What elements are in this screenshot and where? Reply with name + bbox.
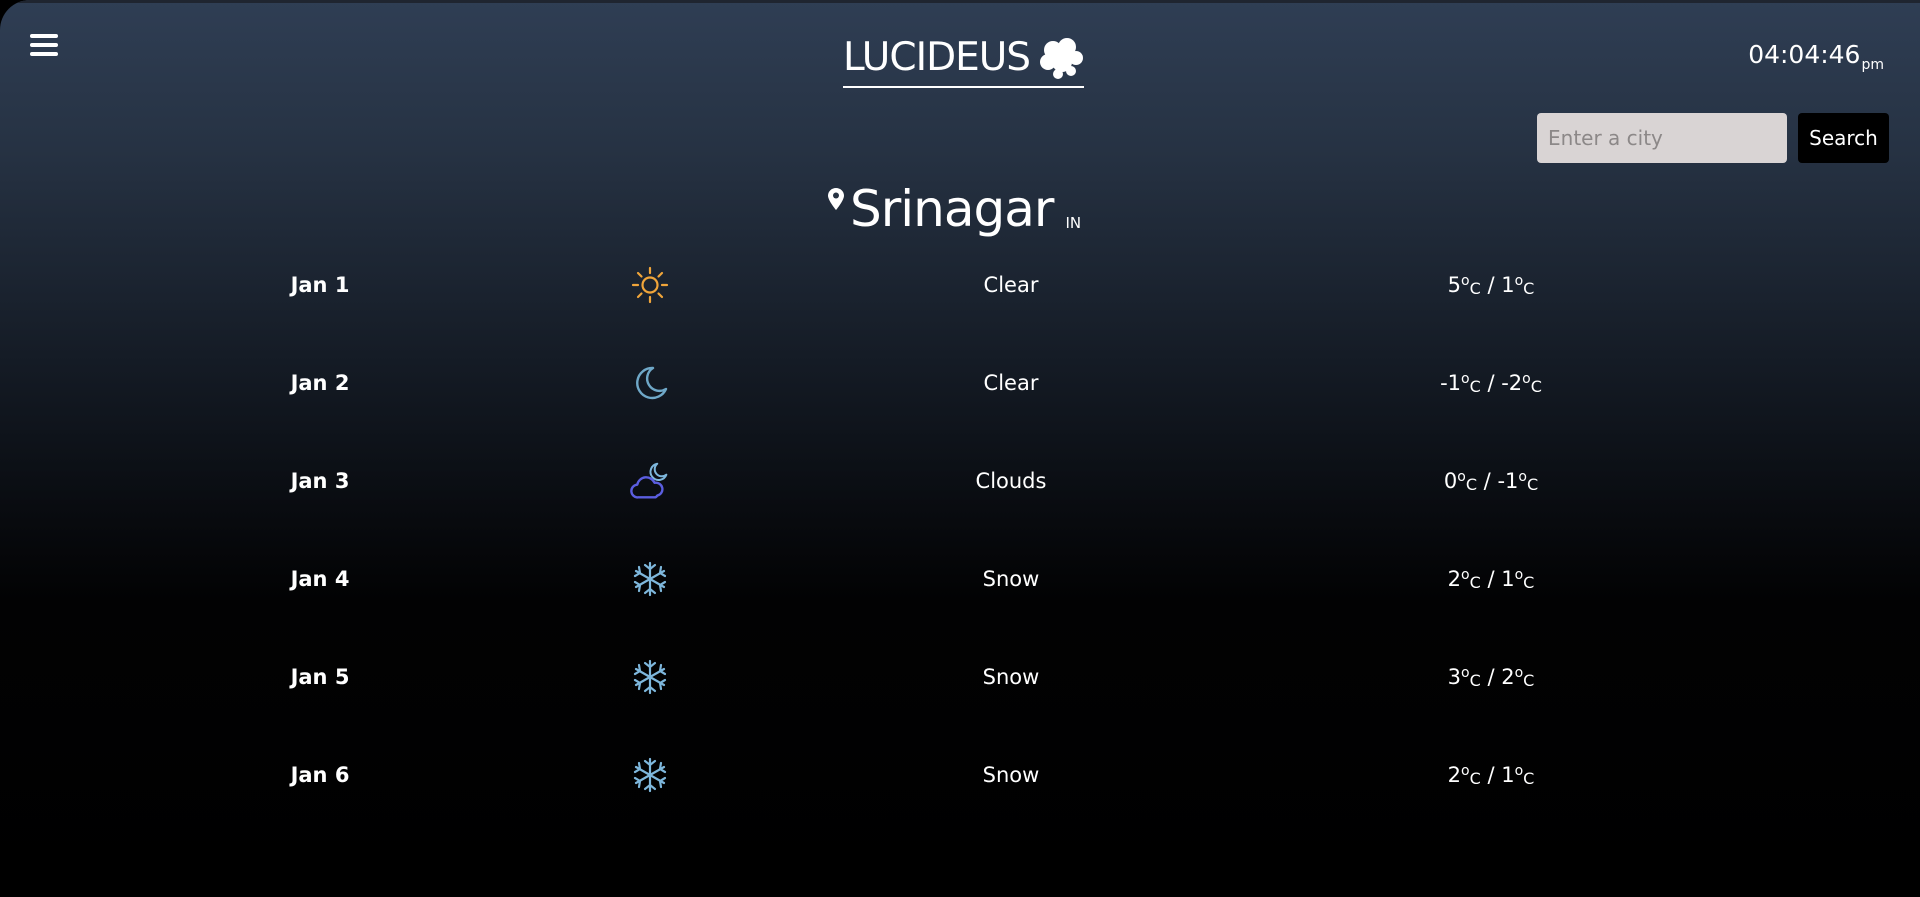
hamburger-menu-icon[interactable] (30, 34, 58, 60)
forecast-temperature: 0 oC / -1 oC (1444, 441, 1538, 521)
forecast-date: Jan 4 (290, 567, 350, 591)
forecast-row: Jan 2 Clear -1 oC / -2 oC (0, 343, 1920, 441)
forecast-temperature: -1 oC / -2 oC (1440, 343, 1542, 423)
temp-low: -1 (1497, 469, 1519, 493)
forecast-row: Jan 1 Clear 5 oC / 1 oC (0, 245, 1920, 343)
temp-high: 0 (1443, 469, 1458, 493)
forecast-icon (628, 637, 672, 717)
map-pin-icon (828, 188, 844, 210)
forecast-date: Jan 5 (290, 665, 350, 689)
weather-app: LUCIDEUS 04:04:46pm Search Srinagar IN J… (0, 0, 1920, 897)
brand-logo[interactable]: LUCIDEUS (843, 30, 1085, 88)
temp-unit: oC (1514, 272, 1535, 298)
forecast-icon (628, 245, 672, 325)
forecast-date: Jan 3 (290, 469, 350, 493)
temp-high: 3 (1447, 665, 1462, 689)
temp-unit: oC (1522, 370, 1542, 396)
snowflake-icon (633, 757, 667, 793)
temp-unit: oC (1461, 664, 1481, 690)
search-button[interactable]: Search (1798, 113, 1889, 163)
temp-separator: / (1487, 763, 1495, 787)
temp-low: 1 (1501, 273, 1515, 297)
temp-separator: / (1487, 665, 1495, 689)
forecast-temperature: 2 oC / 1 oC (1448, 539, 1535, 619)
temp-unit: oC (1514, 566, 1535, 592)
temp-separator: / (1487, 567, 1495, 591)
forecast-icon (628, 343, 672, 423)
temp-separator: / (1487, 371, 1495, 395)
temp-unit: oC (1461, 272, 1481, 298)
forecast-row: Jan 4 Snow 2 oC / 1 oC (0, 539, 1920, 637)
snowflake-icon (633, 561, 667, 597)
clock-period: pm (1861, 57, 1884, 73)
temp-low: 1 (1501, 763, 1515, 787)
forecast-row: Jan 6 Snow 2 oC / 1 oC (0, 735, 1920, 833)
window-top-edge (0, 0, 1920, 3)
forecast-condition: Snow (982, 567, 1040, 591)
forecast-temperature: 3 oC / 2 oC (1448, 637, 1535, 717)
forecast-icon (628, 539, 672, 619)
location-heading: Srinagar IN (828, 172, 1081, 242)
temp-unit: oC (1514, 762, 1535, 788)
forecast-condition: Snow (982, 665, 1040, 689)
forecast-icon (628, 441, 672, 521)
temp-unit: oC (1518, 468, 1539, 494)
city-name: Srinagar (850, 180, 1054, 238)
temp-unit: oC (1457, 468, 1477, 494)
cloud-icon (1040, 38, 1084, 79)
temp-high: -1 (1440, 371, 1462, 395)
snowflake-icon (633, 659, 667, 695)
forecast-condition: Clear (983, 273, 1039, 297)
temp-low: 1 (1501, 567, 1515, 591)
temp-unit: oC (1514, 664, 1535, 690)
temp-low: 2 (1501, 665, 1515, 689)
temp-unit: oC (1461, 370, 1481, 396)
country-code: IN (1065, 214, 1082, 232)
forecast-temperature: 5 oC / 1 oC (1448, 245, 1535, 325)
forecast-row: Jan 5 Snow 3 oC / 2 oC (0, 637, 1920, 735)
forecast-date: Jan 6 (290, 763, 350, 787)
forecast-row: Jan 3 Clouds 0 oC / -1 oC (0, 441, 1920, 539)
forecast-condition: Clear (983, 371, 1039, 395)
brand-title: LUCIDEUS (843, 35, 1031, 80)
temp-separator: / (1487, 273, 1495, 297)
temp-unit: oC (1461, 566, 1481, 592)
temp-separator: / (1483, 469, 1491, 493)
forecast-condition: Clouds (975, 469, 1047, 493)
forecast-temperature: 2 oC / 1 oC (1448, 735, 1535, 815)
temp-low: -2 (1501, 371, 1523, 395)
clock-time: 04:04:46 (1748, 40, 1861, 69)
forecast-list: Jan 1 Clear 5 oC / 1 oC Jan 2 Clear -1 oC / -2… (0, 245, 1920, 833)
temp-high: 2 (1447, 567, 1462, 591)
temp-high: 5 (1447, 273, 1462, 297)
forecast-condition: Snow (982, 763, 1040, 787)
cloud-moon-icon (630, 462, 668, 499)
forecast-date: Jan 1 (290, 273, 350, 297)
forecast-icon (628, 735, 672, 815)
temp-unit: oC (1461, 762, 1481, 788)
forecast-date: Jan 2 (290, 371, 350, 395)
moon-icon (636, 366, 668, 400)
temp-high: 2 (1447, 763, 1462, 787)
sun-icon (631, 266, 669, 304)
city-search-input[interactable] (1537, 113, 1787, 163)
clock: 04:04:46pm (1748, 40, 1884, 80)
